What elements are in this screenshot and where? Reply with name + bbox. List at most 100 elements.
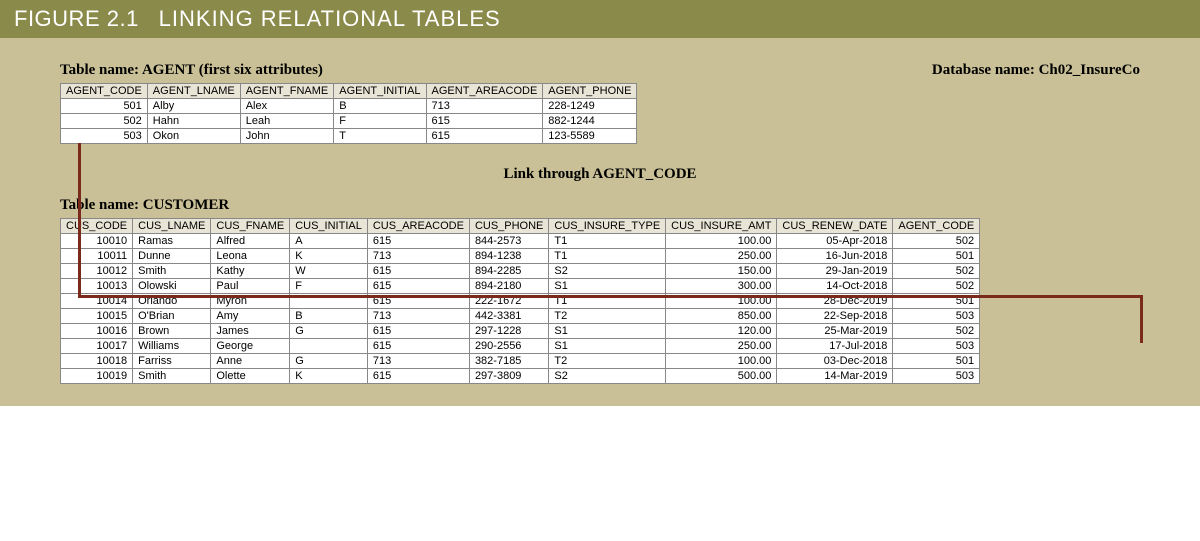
agent-col-agent_initial: AGENT_INITIAL [334,84,426,99]
cell: 297-3809 [469,369,548,384]
cell: Amy [211,309,290,324]
cell: Williams [133,339,211,354]
cell: George [211,339,290,354]
cell: 120.00 [666,324,777,339]
customer-col-cus_renew_date: CUS_RENEW_DATE [777,219,893,234]
agent-section: Table name: AGENT (first six attributes)… [60,56,637,144]
cell: 894-2180 [469,279,548,294]
customer-col-cus_phone: CUS_PHONE [469,219,548,234]
cell: T1 [549,234,666,249]
agent-table: AGENT_CODEAGENT_LNAMEAGENT_FNAMEAGENT_IN… [60,83,637,144]
cell: 150.00 [666,264,777,279]
agent-table-label: Table name: AGENT (first six attributes) [60,62,637,79]
customer-col-cus_fname: CUS_FNAME [211,219,290,234]
customer-col-cus_insure_type: CUS_INSURE_TYPE [549,219,666,234]
cell: Dunne [133,249,211,264]
cell: 22-Sep-2018 [777,309,893,324]
cell: G [290,354,368,369]
table-row: 502HahnLeahF615882-1244 [61,114,637,129]
cell: 10017 [61,339,133,354]
table-row: 10015O'BrianAmyB713442-3381T2850.0022-Se… [61,309,980,324]
cell: 713 [367,249,469,264]
cell: O'Brian [133,309,211,324]
cell: 250.00 [666,249,777,264]
cell: 844-2573 [469,234,548,249]
table-row: 10012SmithKathyW615894-2285S2150.0029-Ja… [61,264,980,279]
agent-col-agent_fname: AGENT_FNAME [240,84,334,99]
cell: 850.00 [666,309,777,324]
cell: 10018 [61,354,133,369]
cell: Ramas [133,234,211,249]
customer-table-label: Table name: CUSTOMER [60,197,1140,214]
cell: 100.00 [666,354,777,369]
connector-horizontal [78,295,1143,298]
customer-col-cus_initial: CUS_INITIAL [290,219,368,234]
cell: Paul [211,279,290,294]
cell: 228-1249 [543,99,637,114]
cell: S1 [549,324,666,339]
cell: Anne [211,354,290,369]
cell: 713 [367,309,469,324]
cell: K [290,369,368,384]
cell: John [240,129,334,144]
cell: 882-1244 [543,114,637,129]
cell: Okon [147,129,240,144]
cell: 503 [893,369,980,384]
cell: 10013 [61,279,133,294]
cell: Alfred [211,234,290,249]
cell: Leah [240,114,334,129]
figure-title: LINKING RELATIONAL TABLES [159,6,501,31]
cell: 615 [367,324,469,339]
figure-header: FIGURE 2.1 LINKING RELATIONAL TABLES [0,0,1200,38]
agent-col-agent_code: AGENT_CODE [61,84,148,99]
cell: W [290,264,368,279]
cell: Leona [211,249,290,264]
cell: B [334,99,426,114]
cell: 25-Mar-2019 [777,324,893,339]
cell: 501 [893,354,980,369]
customer-col-cus_lname: CUS_LNAME [133,219,211,234]
cell: S2 [549,369,666,384]
cell: S1 [549,339,666,354]
cell: G [290,324,368,339]
cell: 100.00 [666,234,777,249]
cell: A [290,234,368,249]
customer-section: Table name: CUSTOMER CUS_CODECUS_LNAMECU… [60,197,1140,384]
cell: Olette [211,369,290,384]
cell: S1 [549,279,666,294]
table-row: 10019SmithOletteK615297-3809S2500.0014-M… [61,369,980,384]
cell: 615 [367,279,469,294]
customer-col-agent_code: AGENT_CODE [893,219,980,234]
cell: 501 [61,99,148,114]
cell: T2 [549,309,666,324]
cell: 502 [61,114,148,129]
agent-col-agent_lname: AGENT_LNAME [147,84,240,99]
cell: Farriss [133,354,211,369]
cell: T2 [549,354,666,369]
cell: Smith [133,264,211,279]
cell: F [290,279,368,294]
table-row: 10011DunneLeonaK713894-1238T1250.0016-Ju… [61,249,980,264]
cell: 502 [893,264,980,279]
cell: James [211,324,290,339]
cell: Olowski [133,279,211,294]
connector-vertical-right [1140,295,1143,343]
cell: 29-Jan-2019 [777,264,893,279]
agent-col-agent_phone: AGENT_PHONE [543,84,637,99]
cell: 615 [426,129,543,144]
link-caption: Link through AGENT_CODE [60,166,1140,183]
cell: 290-2556 [469,339,548,354]
cell: 503 [61,129,148,144]
cell: 03-Dec-2018 [777,354,893,369]
cell: 10012 [61,264,133,279]
cell: 713 [426,99,543,114]
cell: T1 [549,249,666,264]
table-row: 10018FarrissAnneG713382-7185T2100.0003-D… [61,354,980,369]
cell: 14-Oct-2018 [777,279,893,294]
cell: 123-5589 [543,129,637,144]
cell: 250.00 [666,339,777,354]
cell: 502 [893,234,980,249]
cell: 10019 [61,369,133,384]
cell: 500.00 [666,369,777,384]
table-row: 10017WilliamsGeorge615290-2556S1250.0017… [61,339,980,354]
